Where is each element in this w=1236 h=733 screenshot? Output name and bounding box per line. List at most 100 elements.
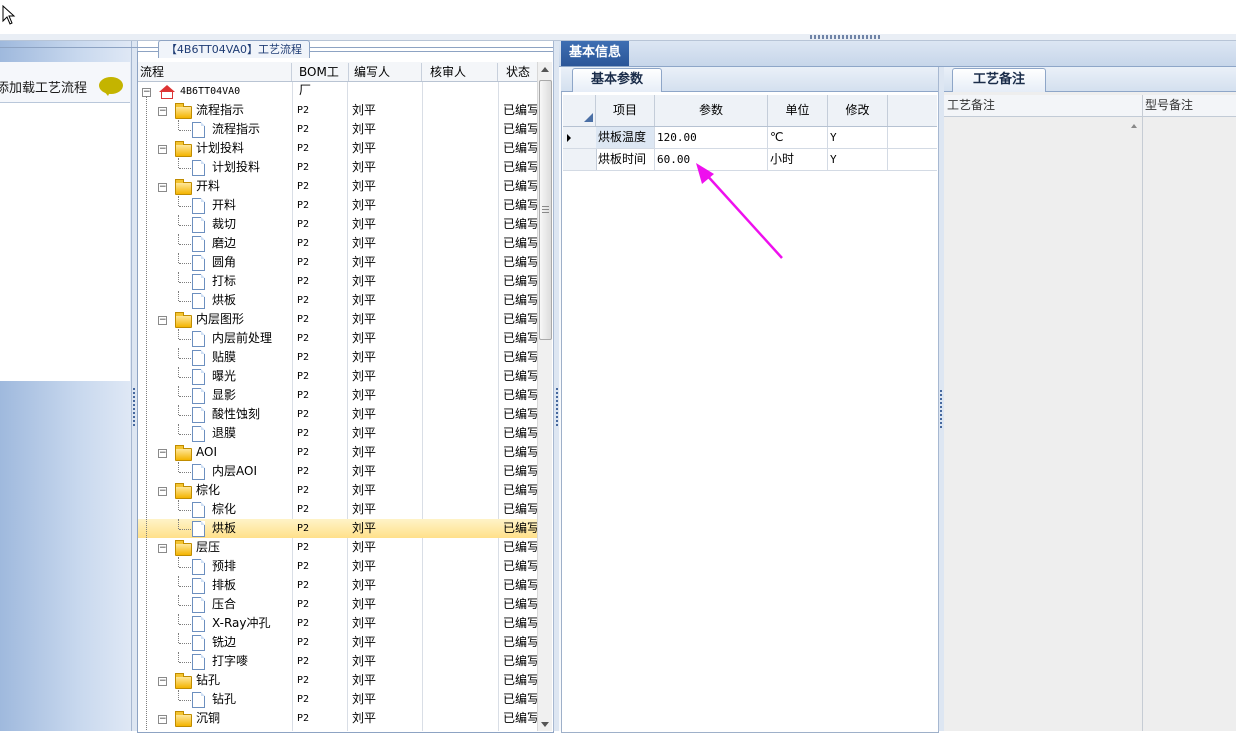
splitter-grip[interactable]	[133, 388, 135, 428]
collapse-icon[interactable]: −	[158, 715, 167, 724]
bom-cell[interactable]: P2	[297, 386, 347, 405]
status-cell[interactable]: 已编写	[503, 177, 537, 196]
bom-cell[interactable]: P2	[297, 538, 347, 557]
reviewer-cell[interactable]	[424, 614, 498, 633]
reviewer-cell[interactable]	[424, 101, 498, 120]
tab-process-notes[interactable]: 工艺备注	[952, 68, 1046, 92]
tree-node[interactable]: 铣边	[138, 633, 292, 652]
splitter-grip[interactable]	[940, 390, 942, 430]
bom-cell[interactable]: P2	[297, 177, 347, 196]
status-cell[interactable]: 已编写	[503, 291, 537, 310]
tree-row[interactable]: 预排 P2 刘平 已编写	[138, 557, 538, 576]
tree-row[interactable]: 圆角 P2 刘平 已编写	[138, 253, 538, 272]
tree-node[interactable]: − 流程指示	[138, 101, 292, 120]
tree-row[interactable]: 磨边 P2 刘平 已编写	[138, 234, 538, 253]
reviewer-cell[interactable]	[424, 291, 498, 310]
writer-cell[interactable]: 刘平	[352, 101, 422, 120]
status-cell[interactable]: 已编写	[503, 576, 537, 595]
tree-node[interactable]: X-Ray冲孔	[138, 614, 292, 633]
bom-cell[interactable]: P2	[297, 633, 347, 652]
writer-cell[interactable]: 刘平	[352, 652, 422, 671]
bom-cell[interactable]: P2	[297, 158, 347, 177]
writer-cell[interactable]: 刘平	[352, 310, 422, 329]
bom-cell[interactable]: P2	[297, 120, 347, 139]
collapse-icon[interactable]: −	[158, 316, 167, 325]
tree-node[interactable]: − 棕化	[138, 481, 292, 500]
writer-cell[interactable]: 刘平	[352, 671, 422, 690]
tree-row[interactable]: 棕化 P2 刘平 已编写	[138, 500, 538, 519]
writer-cell[interactable]: 刘平	[352, 253, 422, 272]
splitter-grip[interactable]	[810, 35, 880, 39]
reviewer-cell[interactable]	[424, 538, 498, 557]
tree-row[interactable]: 打字嘜 P2 刘平 已编写	[138, 652, 538, 671]
tree-row[interactable]: − 层压 P2 刘平 已编写	[138, 538, 538, 557]
status-cell[interactable]: 已编写	[503, 120, 537, 139]
param-unit[interactable]: ℃	[768, 127, 828, 148]
tree-node[interactable]: 流程指示	[138, 120, 292, 139]
reviewer-cell[interactable]	[424, 424, 498, 443]
writer-cell[interactable]: 刘平	[352, 519, 422, 538]
reviewer-cell[interactable]	[424, 310, 498, 329]
tree-scrollbar[interactable]	[537, 62, 552, 731]
col-header-process-notes[interactable]: 工艺备注	[944, 95, 1142, 116]
tree-row[interactable]: −4B6TT04VA0	[138, 82, 538, 101]
reviewer-cell[interactable]	[424, 633, 498, 652]
bom-cell[interactable]: P2	[297, 519, 347, 538]
writer-cell[interactable]: 刘平	[352, 120, 422, 139]
tree-row[interactable]: − 计划投料 P2 刘平 已编写	[138, 139, 538, 158]
tree-node[interactable]: − 钻孔	[138, 671, 292, 690]
reviewer-cell[interactable]	[424, 576, 498, 595]
tree-row[interactable]: 酸性蚀刻 P2 刘平 已编写	[138, 405, 538, 424]
param-modified[interactable]: Y	[828, 149, 888, 170]
bom-cell[interactable]: P2	[297, 215, 347, 234]
status-cell[interactable]: 已编写	[503, 367, 537, 386]
tree-row[interactable]: 曝光 P2 刘平 已编写	[138, 367, 538, 386]
col-header-reviewer[interactable]: 核审人	[422, 63, 498, 81]
reviewer-cell[interactable]	[424, 82, 498, 101]
reviewer-cell[interactable]	[424, 158, 498, 177]
reviewer-cell[interactable]	[424, 443, 498, 462]
writer-cell[interactable]: 刘平	[352, 329, 422, 348]
reviewer-cell[interactable]	[424, 386, 498, 405]
tree-row[interactable]: − AOI P2 刘平 已编写	[138, 443, 538, 462]
tree-row[interactable]: 裁切 P2 刘平 已编写	[138, 215, 538, 234]
reviewer-cell[interactable]	[424, 272, 498, 291]
col-header-param[interactable]: 参数	[655, 95, 768, 126]
reviewer-cell[interactable]	[424, 671, 498, 690]
writer-cell[interactable]: 刘平	[352, 424, 422, 443]
reviewer-cell[interactable]	[424, 595, 498, 614]
status-cell[interactable]: 已编写	[503, 671, 537, 690]
tree-row[interactable]: 钻孔 P2 刘平 已编写	[138, 690, 538, 709]
reviewer-cell[interactable]	[424, 652, 498, 671]
scrollbar-thumb[interactable]	[539, 80, 552, 340]
col-header-modify[interactable]: 修改	[828, 95, 888, 126]
tree-row[interactable]: 显影 P2 刘平 已编写	[138, 386, 538, 405]
status-cell[interactable]: 已编写	[503, 215, 537, 234]
writer-cell[interactable]: 刘平	[352, 215, 422, 234]
reviewer-cell[interactable]	[424, 481, 498, 500]
tree-node[interactable]: −4B6TT04VA0	[138, 82, 292, 101]
scroll-up-arrow-icon[interactable]	[1131, 124, 1137, 128]
tree-node[interactable]: 烘板	[138, 291, 292, 310]
status-cell[interactable]: 已编写	[503, 633, 537, 652]
bom-cell[interactable]: P2	[297, 291, 347, 310]
reviewer-cell[interactable]	[424, 253, 498, 272]
bom-cell[interactable]: P2	[297, 139, 347, 158]
reviewer-cell[interactable]	[424, 519, 498, 538]
tree-row[interactable]: X-Ray冲孔 P2 刘平 已编写	[138, 614, 538, 633]
tree-node[interactable]: 计划投料	[138, 158, 292, 177]
bom-cell[interactable]: P2	[297, 101, 347, 120]
status-cell[interactable]: 已编写	[503, 101, 537, 120]
tree-row[interactable]: 压合 P2 刘平 已编写	[138, 595, 538, 614]
tree-node[interactable]: − 内层图形	[138, 310, 292, 329]
collapse-icon[interactable]: −	[158, 145, 167, 154]
tab-basic-info[interactable]: 基本信息	[561, 41, 629, 66]
status-cell[interactable]: 已编写	[503, 196, 537, 215]
status-cell[interactable]: 已编写	[503, 557, 537, 576]
bom-cell[interactable]: P2	[297, 443, 347, 462]
tree-node[interactable]: − 层压	[138, 538, 292, 557]
collapse-icon[interactable]: −	[158, 183, 167, 192]
param-value[interactable]: 120.00	[655, 127, 768, 148]
tab-basic-params[interactable]: 基本参数	[572, 68, 662, 92]
tree-row[interactable]: 烘板 P2 刘平 已编写	[138, 519, 538, 538]
